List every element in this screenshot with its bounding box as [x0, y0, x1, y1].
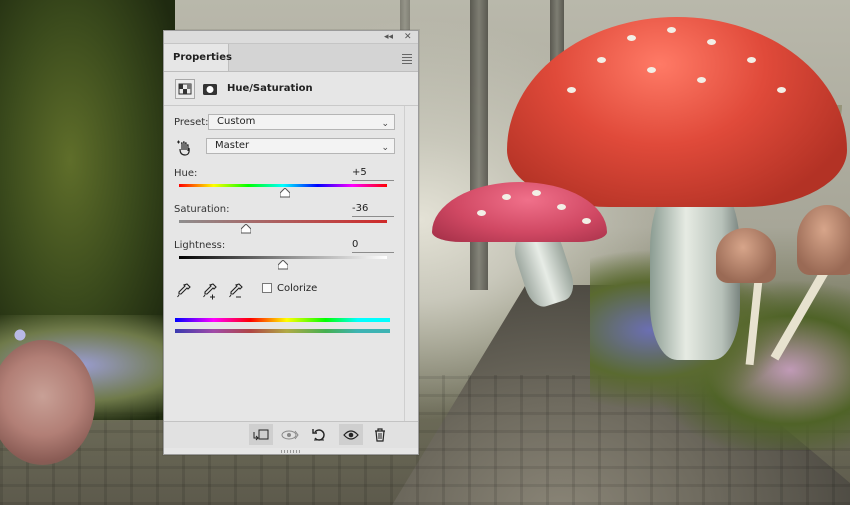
colorize-label: Colorize [277, 283, 318, 294]
hue-slider-track[interactable] [179, 184, 387, 187]
double-chevron-icon[interactable]: ◂◂ [384, 31, 393, 43]
view-previous-state-icon [281, 430, 299, 439]
reset-button[interactable] [307, 424, 331, 445]
adjustment-layer-icon[interactable] [175, 79, 195, 99]
output-color-bar [175, 329, 390, 333]
delete-button[interactable] [368, 424, 392, 445]
eyedropper-plus-icon[interactable] [202, 282, 218, 300]
preset-value: Custom [217, 116, 256, 127]
saturation-slider-thumb[interactable] [240, 224, 251, 234]
panel-resize-grip[interactable] [281, 450, 301, 453]
preset-label: Preset: [174, 117, 209, 128]
eyedropper-icon[interactable] [176, 282, 192, 300]
background-scene [0, 0, 850, 505]
chevron-down-icon: ⌄ [381, 143, 389, 153]
reset-icon [312, 428, 325, 441]
lightness-value-field[interactable]: 0 [352, 239, 394, 253]
hue-slider-thumb[interactable] [280, 188, 291, 198]
eyedropper-minus-icon[interactable] [228, 282, 244, 300]
panel-title-bar[interactable]: ◂◂ ✕ [164, 31, 418, 44]
panel-scrollbar[interactable] [404, 106, 415, 422]
view-previous-state-button[interactable] [278, 424, 302, 445]
input-color-bar [175, 318, 390, 322]
channel-value: Master [215, 140, 250, 151]
tiny-mushroom-cap [716, 228, 776, 283]
panel-tab-row: Properties [164, 44, 418, 72]
chevron-down-icon: ⌄ [381, 119, 389, 129]
lightness-label: Lightness: [174, 240, 226, 251]
panel-menu-icon[interactable] [402, 54, 412, 66]
panel-footer-toolbar [164, 421, 418, 448]
eye-icon [343, 429, 359, 440]
close-icon[interactable]: ✕ [404, 31, 412, 43]
properties-panel: ◂◂ ✕ Properties Hue/Saturation Preset: C… [163, 30, 419, 455]
saturation-value-field[interactable]: -36 [352, 203, 394, 217]
targeted-adjustment-hand-icon[interactable] [176, 139, 194, 157]
adjustment-header: Hue/Saturation [174, 79, 408, 103]
tab-properties[interactable]: Properties [164, 44, 232, 71]
saturation-label: Saturation: [174, 204, 230, 215]
trash-icon [375, 427, 385, 442]
colorize-checkbox[interactable] [262, 283, 272, 293]
lightness-slider-thumb[interactable] [278, 260, 288, 270]
visibility-button[interactable] [339, 424, 363, 445]
clip-to-layer-button[interactable] [249, 424, 273, 445]
divider [164, 105, 418, 106]
hue-label: Hue: [174, 168, 198, 179]
saturation-slider-track[interactable] [179, 220, 387, 223]
hue-value-field[interactable]: +5 [352, 167, 394, 181]
tree-trunk [470, 0, 488, 290]
clip-to-layer-icon [253, 429, 269, 440]
tiny-mushroom-cap [797, 205, 850, 275]
channel-dropdown[interactable]: Master ⌄ [206, 138, 395, 154]
preset-dropdown[interactable]: Custom ⌄ [208, 114, 395, 130]
adjustment-title: Hue/Saturation [227, 83, 313, 94]
layer-mask-icon[interactable] [200, 79, 220, 99]
lightness-slider-track[interactable] [179, 256, 387, 259]
